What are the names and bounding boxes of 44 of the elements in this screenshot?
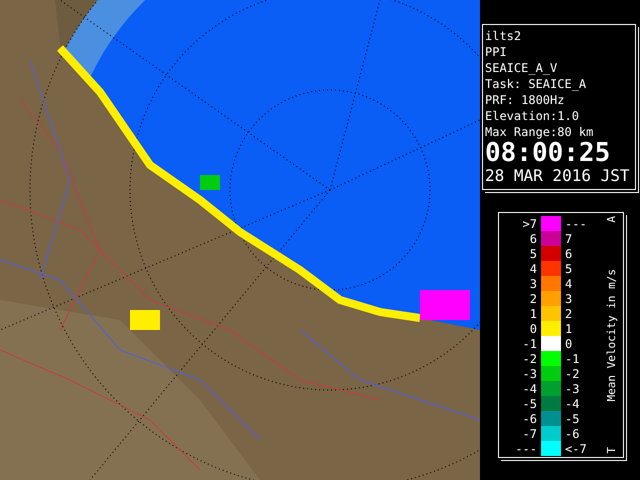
scale-label: -5 (522, 396, 538, 410)
info-text: Max Range:80 km (485, 124, 594, 140)
scale-label: <-7 (564, 442, 588, 456)
date-text: 28 MAR 2016 JST (485, 166, 630, 186)
scale-label: 5 (528, 246, 538, 260)
scale-label: -6 (564, 426, 580, 440)
info-text: PPI (485, 44, 508, 60)
scale-label: 2 (528, 292, 538, 306)
scale-label: 2 (564, 306, 574, 320)
info-text: Elevation:1.0 (485, 108, 580, 124)
scale-label: 4 (528, 262, 538, 276)
info-text: PRF: 1800Hz (485, 92, 566, 108)
scale-label: --- (514, 442, 538, 456)
scale-label: -1 (522, 336, 538, 350)
scale-label: -3 (522, 366, 538, 380)
info-text: Task: SEAICE_A (485, 76, 588, 92)
scale-label: >7 (522, 216, 538, 230)
scale-label: -2 (522, 352, 538, 366)
scale-label: 6 (564, 246, 574, 260)
scale-label: -4 (522, 382, 538, 396)
scale-label: 6 (528, 232, 538, 246)
scale-label: -1 (564, 352, 580, 366)
scale-label: --- (564, 216, 588, 230)
legend-title: Mean Velocity in m/s (604, 268, 618, 402)
scale-label: 3 (564, 292, 574, 306)
scale-label: 7 (564, 232, 574, 246)
scale-label: -3 (564, 382, 580, 396)
legend-mark: T (604, 447, 618, 454)
scale-label: 4 (564, 276, 574, 290)
scale-label: 0 (528, 322, 538, 336)
scale-label: 5 (564, 262, 574, 276)
scale-label: -2 (564, 366, 580, 380)
scale-label: 1 (528, 306, 538, 320)
scale-label: 3 (528, 276, 538, 290)
scale-label: 1 (564, 322, 574, 336)
legend-mark: A (604, 216, 618, 223)
scale-label: -7 (522, 426, 538, 440)
info-text: ilts2 (485, 28, 522, 44)
scale-label: -6 (522, 412, 538, 426)
info-text: SEAICE_A_V (485, 60, 558, 76)
scale-label: -5 (564, 412, 580, 426)
time-text: 08:00:25 (485, 140, 612, 166)
scale-label: 0 (564, 336, 574, 350)
scale-label: -4 (564, 396, 580, 410)
